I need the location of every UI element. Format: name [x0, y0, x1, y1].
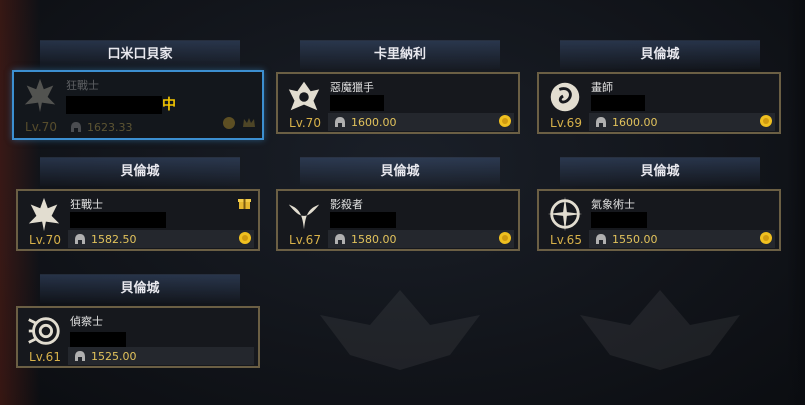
background-emblem-decoration: [320, 290, 480, 370]
character-level: Lv.67: [289, 233, 321, 247]
shadow-assassin-class-icon: [288, 204, 320, 230]
server-title-6: 貝倫城: [560, 157, 760, 186]
character-card-aeromancer[interactable]: Lv.65 氣象術士 1550.00: [537, 189, 781, 251]
berserker-class-icon: [24, 78, 56, 113]
scouter-class-icon: [28, 317, 60, 345]
character-card-scouter[interactable]: Lv.61 偵察士 1525.00: [16, 306, 260, 368]
item-level: 1623.33: [87, 121, 133, 134]
server-title-7: 貝倫城: [40, 274, 240, 303]
character-card-shadowhunter[interactable]: Lv.67 影殺者 1580.00: [276, 189, 520, 251]
item-level: 1580.00: [351, 233, 397, 246]
character-level: Lv.61: [29, 350, 61, 364]
gift-icon[interactable]: [237, 195, 252, 210]
server-title-5: 貝倫城: [300, 157, 500, 186]
coin-icon: [223, 117, 235, 129]
redacted-character-name: [330, 95, 384, 111]
redacted-character-name: [70, 212, 166, 228]
character-class: 狂戰士: [70, 198, 103, 211]
redacted-character-name: [591, 95, 645, 111]
coin-icon: [239, 232, 251, 244]
character-level: Lv.70: [29, 233, 61, 247]
coin-icon: [760, 232, 772, 244]
status-overlay-text: 中: [162, 97, 176, 113]
character-level: Lv.70: [25, 120, 57, 134]
helmet-icon: [71, 122, 81, 132]
helmet-icon: [596, 117, 606, 127]
redacted-character-name: [70, 332, 126, 348]
helmet-icon: [75, 351, 85, 361]
character-card-artist[interactable]: Lv.69 畫師 1600.00: [537, 72, 781, 134]
helmet-icon: [335, 117, 345, 127]
item-level: 1550.00: [612, 233, 658, 246]
character-class: 氣象術士: [591, 198, 635, 211]
item-level: 1525.00: [91, 350, 137, 363]
character-class: 畫師: [591, 81, 613, 94]
coin-icon: [760, 115, 772, 127]
server-title-3: 貝倫城: [560, 40, 760, 69]
artist-class-icon: [550, 82, 580, 112]
redacted-character-name: [330, 212, 396, 228]
character-level: Lv.69: [550, 116, 582, 130]
server-title-1: 口米口貝家: [40, 40, 240, 69]
character-class: 影殺者: [330, 198, 363, 211]
character-card-berserker-selected[interactable]: Lv.70 狂戰士 1623.33 中: [12, 70, 264, 140]
item-level: 1582.50: [91, 233, 137, 246]
character-card-berserker[interactable]: Lv.70 狂戰士 1582.50: [16, 189, 260, 251]
right-edge-scrollbar-area: [787, 0, 805, 405]
redacted-character-name: [591, 212, 647, 228]
server-title-4: 貝倫城: [40, 157, 240, 186]
character-level: Lv.70: [289, 116, 321, 130]
coin-icon: [499, 115, 511, 127]
helmet-icon: [335, 234, 345, 244]
character-class: 惡魔獵手: [330, 81, 374, 94]
character-class: 偵察士: [70, 315, 103, 328]
character-level: Lv.65: [550, 233, 582, 247]
character-class: 狂戰士: [66, 79, 99, 92]
aeromancer-class-icon: [547, 196, 583, 232]
redacted-character-name: [66, 96, 162, 114]
server-title-2: 卡里納利: [300, 40, 500, 69]
crown-icon: [243, 118, 255, 127]
background-emblem-decoration-2: [580, 290, 740, 370]
helmet-icon: [596, 234, 606, 244]
character-card-demon-hunter[interactable]: Lv.70 惡魔獵手 1600.00: [276, 72, 520, 134]
coin-icon: [499, 232, 511, 244]
item-level: 1600.00: [351, 116, 397, 129]
berserker-class-icon: [28, 197, 60, 232]
demon-hunter-class-icon: [288, 81, 320, 111]
item-level: 1600.00: [612, 116, 658, 129]
helmet-icon: [75, 234, 85, 244]
